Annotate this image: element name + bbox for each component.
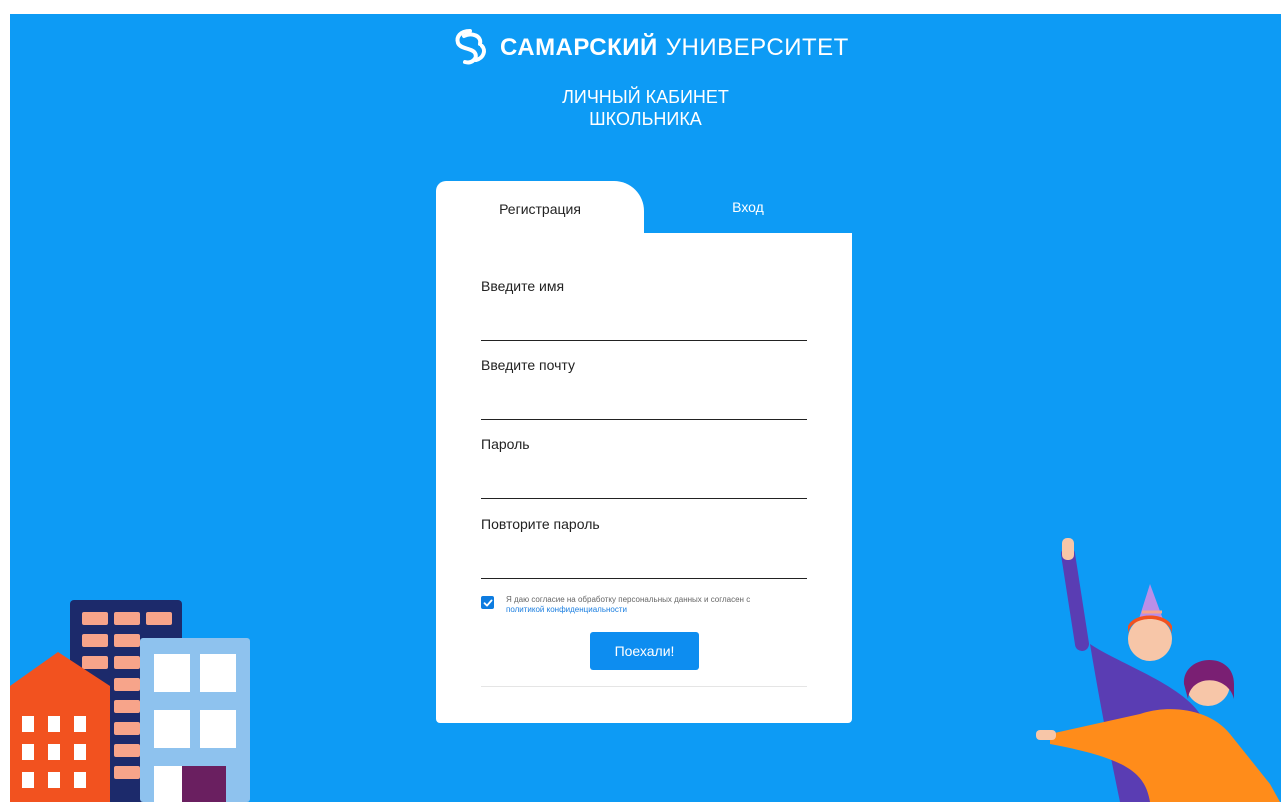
repeat-password-label: Повторите пароль <box>481 516 600 532</box>
page-title-line2: ШКОЛЬНИКА <box>589 109 702 129</box>
password-input[interactable] <box>481 470 807 499</box>
check-icon <box>483 599 492 606</box>
celebrating-people-illustration <box>1036 538 1280 802</box>
name-input[interactable] <box>481 312 807 341</box>
password-field: Пароль <box>481 436 807 499</box>
consent-checkbox[interactable] <box>481 596 494 609</box>
repeat-password-input[interactable] <box>481 550 807 579</box>
page-background: САМАРСКИЙ УНИВЕРСИТЕТ ЛИЧНЫЙ КАБИНЕТ ШКОЛ… <box>10 14 1281 802</box>
email-field: Введите почту <box>481 357 807 420</box>
page-title-line1: ЛИЧНЫЙ КАБИНЕТ <box>562 87 729 107</box>
brand: САМАРСКИЙ УНИВЕРСИТЕТ <box>450 28 849 68</box>
submit-button[interactable]: Поехали! <box>590 632 699 670</box>
brand-name-light: УНИВЕРСИТЕТ <box>665 34 849 61</box>
divider <box>481 686 807 687</box>
password-label: Пароль <box>481 436 530 452</box>
name-label: Введите имя <box>481 278 565 294</box>
consent-text-body: Я даю согласие на обработку персональных… <box>506 595 751 604</box>
consent-text: Я даю согласие на обработку персональных… <box>506 595 750 615</box>
buildings-illustration <box>10 600 250 802</box>
page-title: ЛИЧНЫЙ КАБИНЕТ ШКОЛЬНИКА <box>10 86 1281 130</box>
email-label: Введите почту <box>481 357 575 373</box>
tab-registration[interactable]: Регистрация <box>436 181 644 236</box>
name-field: Введите имя <box>481 278 807 341</box>
registration-card: Введите имя Введите почту Пароль Повтори… <box>436 233 852 723</box>
repeat-password-field: Повторите пароль <box>481 516 807 579</box>
privacy-policy-link[interactable]: политикой конфиденциальности <box>506 605 627 614</box>
tab-login[interactable]: Вход <box>644 181 852 233</box>
email-input[interactable] <box>481 391 807 420</box>
samara-university-logo-icon <box>455 29 486 65</box>
brand-name-bold: САМАРСКИЙ <box>500 34 658 61</box>
consent-row: Я даю согласие на обработку персональных… <box>481 595 811 615</box>
